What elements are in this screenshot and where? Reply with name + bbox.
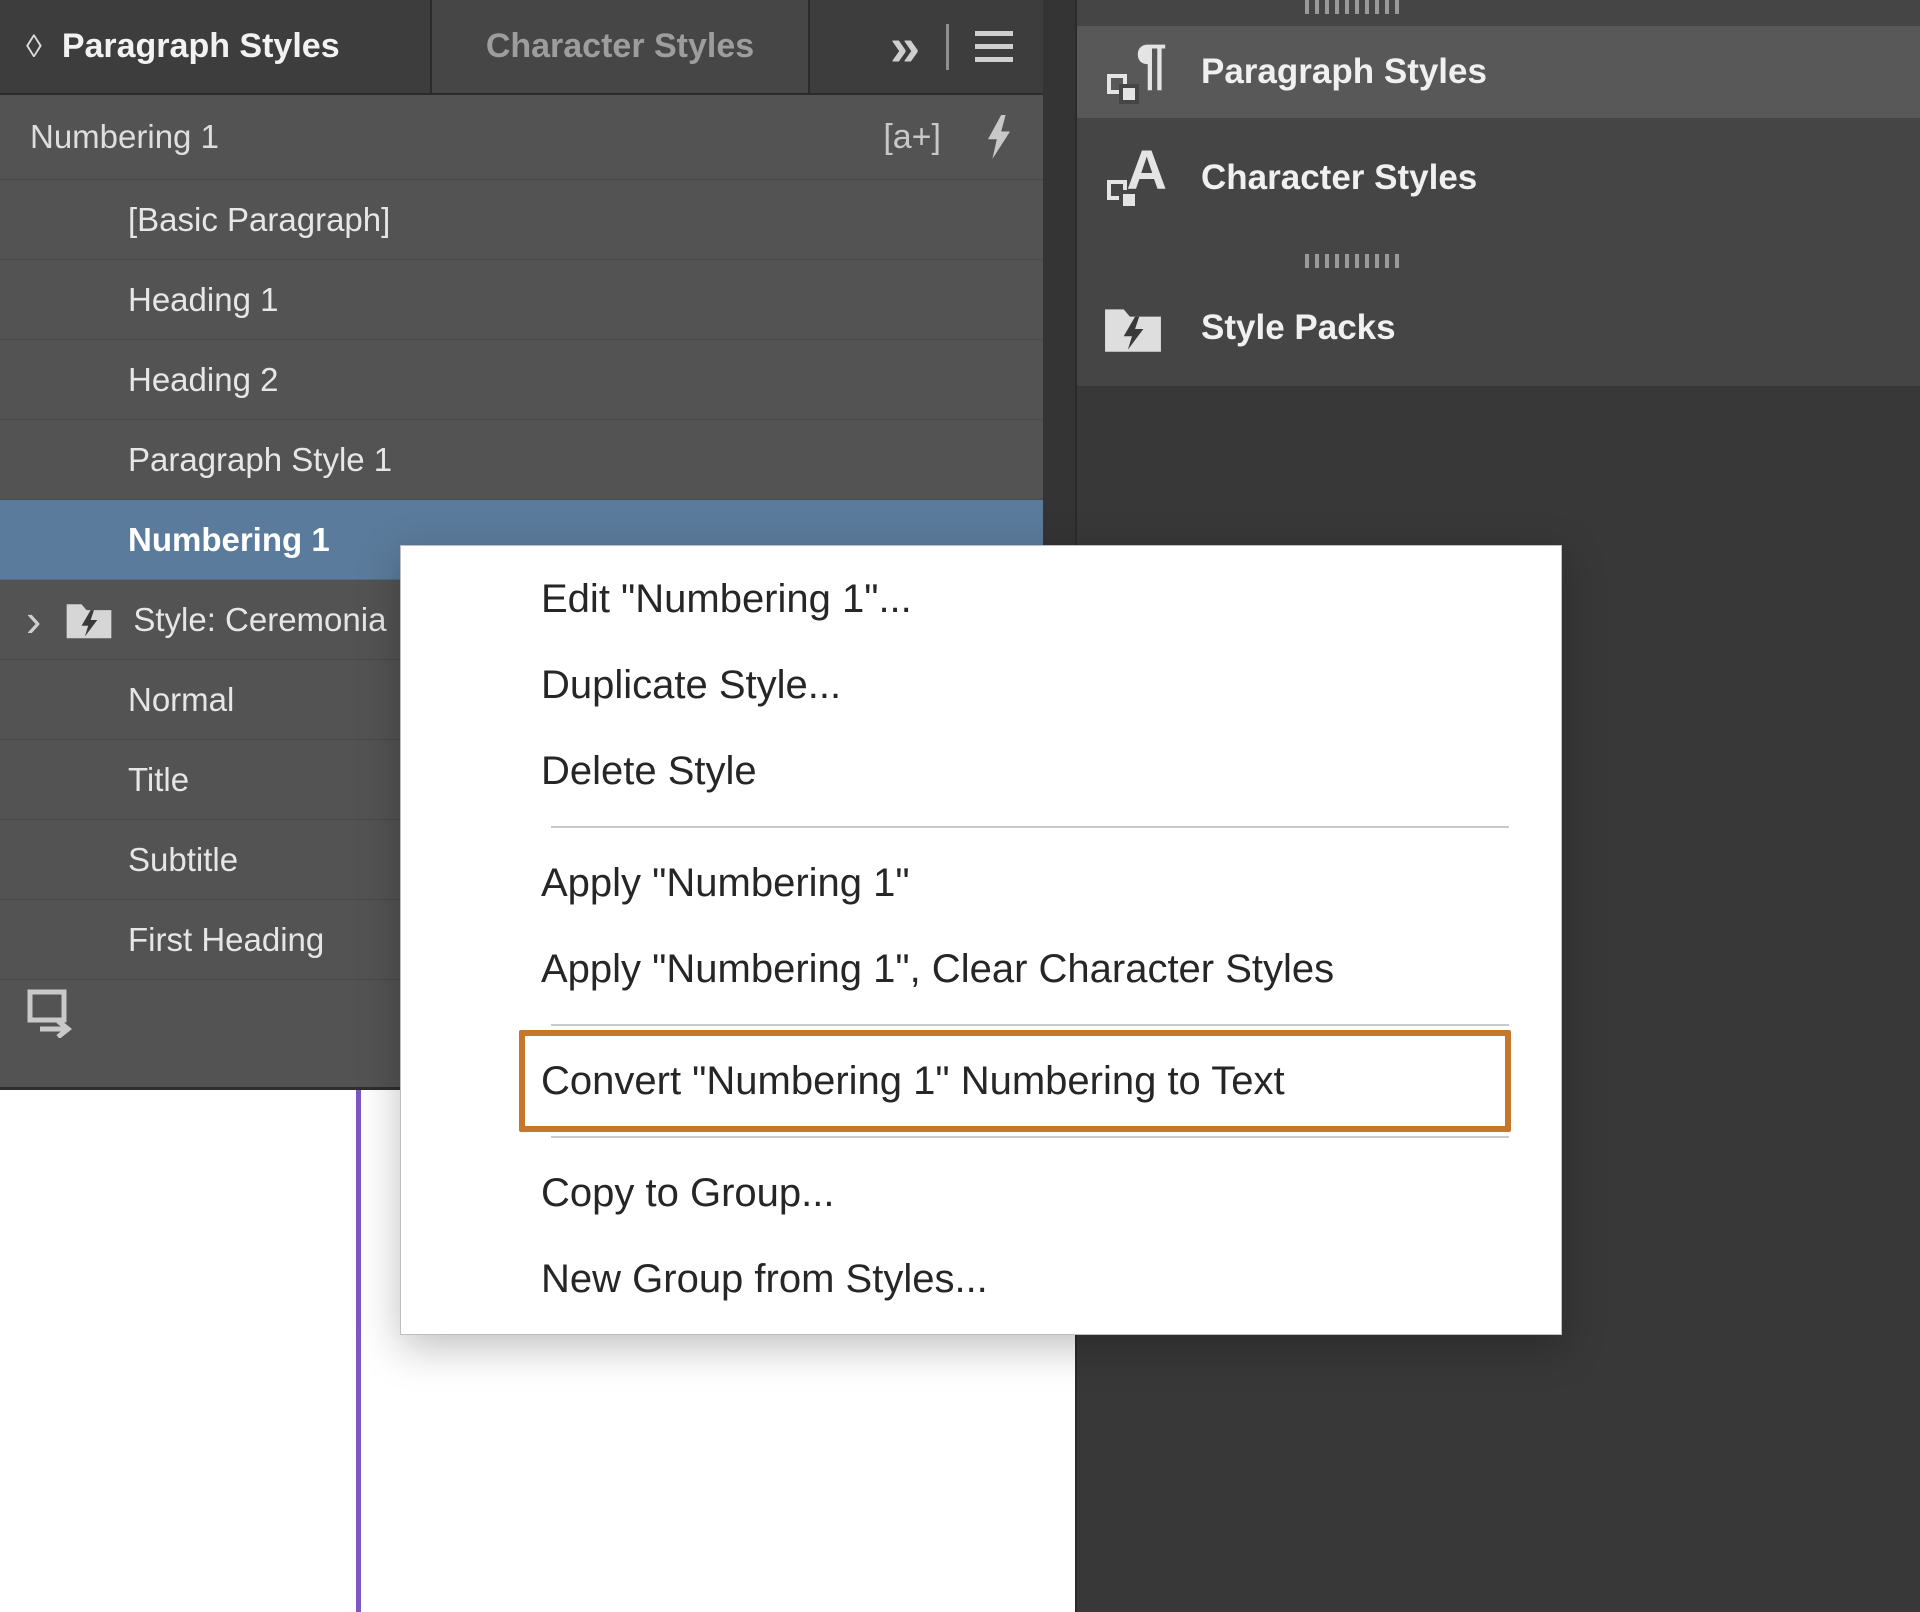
tab-bar-spacer [810,0,890,93]
menu-item-copy-to-group[interactable]: Copy to Group... [401,1150,1561,1236]
dock-item-label: Character Styles [1201,158,1477,198]
style-row-label: Subtitle [128,841,238,879]
style-row-basic-paragraph[interactable]: [Basic Paragraph] [0,180,1043,260]
style-swatch-front [1119,190,1139,210]
lightning-icon[interactable] [985,115,1013,159]
menu-item-new-group-from-styles[interactable]: New Group from Styles... [401,1236,1561,1322]
menu-item-convert-numbering-to-text[interactable]: Convert "Numbering 1" Numbering to Text [401,1038,1561,1124]
panel-menu-icon[interactable] [975,31,1013,62]
paragraph-glyph: ¶ [1136,32,1167,96]
dock-items-area: ¶ Paragraph Styles A Character Styles [1077,0,1920,386]
margin-guide-line [356,1090,361,1612]
style-row-heading-1[interactable]: Heading 1 [0,260,1043,340]
paragraph-styles-icon: ¶ [1103,40,1167,104]
panel-collapse-icon: ◊ [26,28,42,65]
load-styles-icon[interactable] [26,988,80,1038]
tab-character-styles-label: Character Styles [486,27,754,66]
dock-item-label: Paragraph Styles [1201,52,1487,92]
style-row-label: [Basic Paragraph] [128,201,390,239]
style-packs-icon [1103,296,1167,360]
character-styles-icon: A [1103,146,1167,210]
dock-item-label: Style Packs [1201,308,1396,348]
menu-item-delete-style[interactable]: Delete Style [401,728,1561,814]
clear-overrides-icon[interactable]: [a+] [883,118,941,157]
style-row-label: Style: Ceremonia [133,601,386,639]
tab-paragraph-styles-label: Paragraph Styles [62,27,340,66]
style-row-label: Heading 1 [128,281,278,319]
style-row-heading-2[interactable]: Heading 2 [0,340,1043,420]
dock-grip-handle[interactable] [1305,0,1403,14]
style-row-label: Title [128,761,189,799]
style-context-menu: Edit "Numbering 1"... Duplicate Style...… [400,545,1562,1335]
menu-separator [551,826,1509,828]
menu-item-apply-style-clear-character-styles[interactable]: Apply "Numbering 1", Clear Character Sty… [401,926,1561,1012]
menu-separator [551,1136,1509,1138]
current-style-row: Numbering 1 [a+] [0,95,1043,180]
menu-item-duplicate-style[interactable]: Duplicate Style... [401,642,1561,728]
style-row-label: First Heading [128,921,324,959]
dock-item-paragraph-styles[interactable]: ¶ Paragraph Styles [1077,26,1920,118]
style-row-label: Heading 2 [128,361,278,399]
tab-bar-divider [946,24,949,70]
current-style-name: Numbering 1 [30,118,219,156]
dock-item-style-packs[interactable]: Style Packs [1077,282,1920,374]
panel-overflow-icon[interactable]: » [890,20,920,74]
style-swatch-front [1119,84,1139,104]
style-row-label: Paragraph Style 1 [128,441,392,479]
expand-chevron-icon[interactable]: › [26,597,41,643]
menu-item-edit-style[interactable]: Edit "Numbering 1"... [401,556,1561,642]
style-row-label: Numbering 1 [128,521,330,559]
panel-tab-bar: ◊ Paragraph Styles Character Styles » [0,0,1043,95]
style-packs-folder-icon [1103,304,1163,354]
style-group-folder-icon [65,600,113,640]
style-row-paragraph-style-1[interactable]: Paragraph Style 1 [0,420,1043,500]
tab-character-styles[interactable]: Character Styles [432,0,810,93]
style-row-label: Normal [128,681,234,719]
menu-separator [551,1024,1509,1026]
dock-grip-handle[interactable] [1305,254,1403,268]
dock-item-character-styles[interactable]: A Character Styles [1077,132,1920,224]
panel-footer [26,988,80,1043]
menu-item-apply-style[interactable]: Apply "Numbering 1" [401,840,1561,926]
tab-paragraph-styles[interactable]: ◊ Paragraph Styles [0,0,432,93]
